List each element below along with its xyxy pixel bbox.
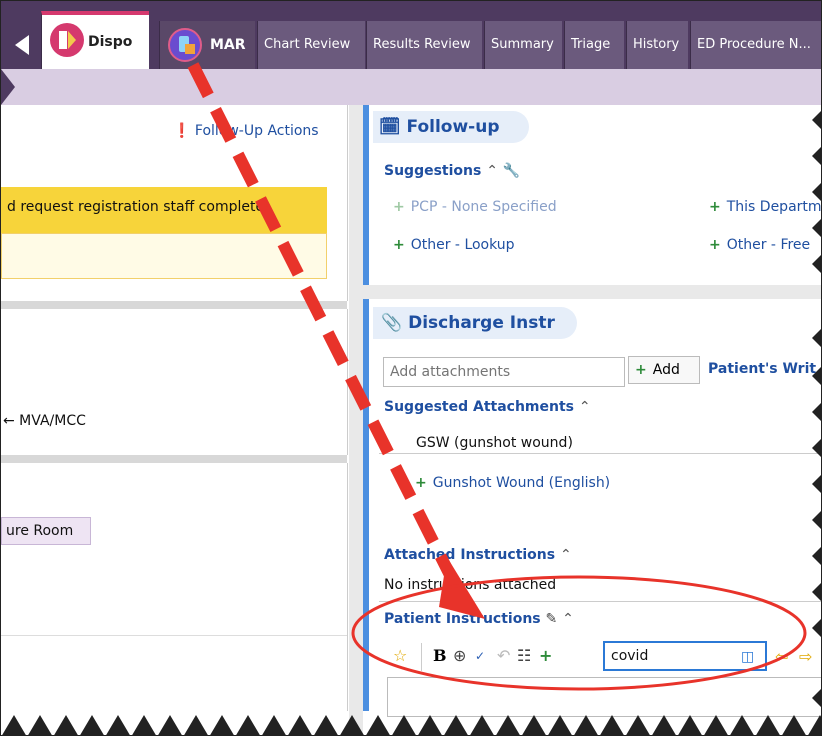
- annotation-arrow: [187, 62, 459, 584]
- annotation-overlay: [187, 62, 807, 691]
- annotation-ellipse: [351, 575, 807, 691]
- app-window: Dispo MAR Chart Review Results Review Su…: [0, 0, 822, 736]
